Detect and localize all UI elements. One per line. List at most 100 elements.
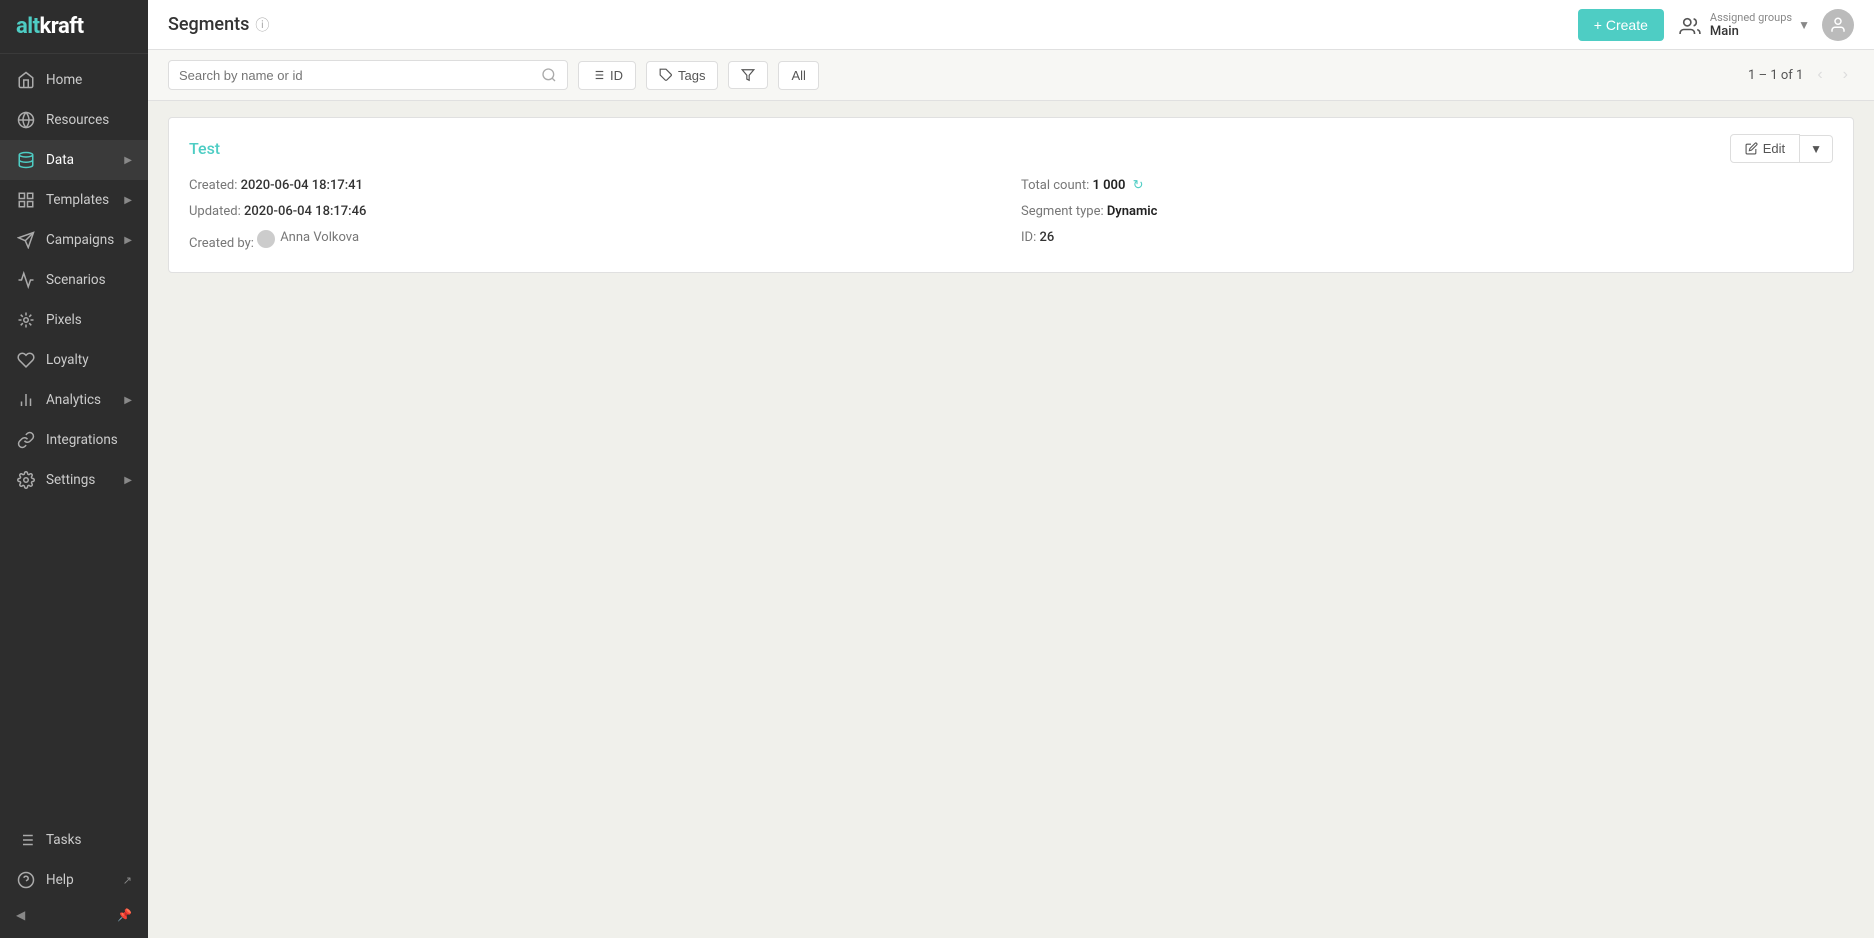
sidebar-item-data[interactable]: Data ▶ [0,140,148,180]
sidebar-item-templates[interactable]: Templates ▶ [0,180,148,220]
sidebar-item-label: Data [46,152,114,168]
templates-icon [16,190,36,210]
chevron-right-icon: ▶ [124,195,132,206]
sidebar-item-label: Home [46,72,132,88]
prev-page-button[interactable]: ‹ [1811,64,1828,86]
sort-label: ID [610,68,623,83]
total-count-value: 1 000 [1092,178,1125,193]
help-icon [16,870,36,890]
main-content: Segments ⓘ + Create Assigned groups Main… [148,0,1874,938]
sidebar-nav: Home Resources Data ▶ Templates ▶ [0,54,148,812]
segment-type-label: Segment type: [1021,204,1104,219]
id-value: 26 [1039,230,1054,245]
created-value: 2020-06-04 18:17:41 [241,178,363,193]
tags-button[interactable]: Tags [646,61,718,90]
integrations-icon [16,430,36,450]
created-by-label: Created by: [189,237,254,252]
assigned-groups-dropdown[interactable]: Assigned groups Main ▼ [1676,11,1810,39]
app-logo[interactable]: altkraft [16,14,132,39]
loyalty-icon [16,350,36,370]
created-by-row: Created by: Anna Volkova [189,227,1001,255]
sort-button[interactable]: ID [578,61,636,90]
id-label: ID: [1021,230,1036,245]
resources-icon [16,110,36,130]
segment-card-header: Test Edit ▼ [189,134,1833,163]
total-count-row: Total count: 1 000 ↻ [1021,175,1833,197]
pagination-text: 1 – 1 of 1 [1748,68,1803,83]
tags-label: Tags [678,68,705,83]
external-link-icon: ↗ [123,874,132,887]
assigned-groups-label: Assigned groups [1710,11,1792,24]
sidebar-item-label: Scenarios [46,272,132,288]
sidebar-item-label: Campaigns [46,232,114,248]
sidebar-item-help[interactable]: Help ↗ [0,860,148,900]
creator-avatar [257,230,275,248]
sidebar-item-resources[interactable]: Resources [0,100,148,140]
filter-button[interactable] [728,61,768,89]
edit-button[interactable]: Edit [1730,134,1800,163]
sidebar-item-analytics[interactable]: Analytics ▶ [0,380,148,420]
edit-label: Edit [1763,141,1785,156]
search-icon[interactable] [541,67,557,83]
collapse-icon: ◀ [16,908,25,922]
chevron-right-icon: ▶ [124,155,132,166]
sidebar-item-integrations[interactable]: Integrations [0,420,148,460]
sidebar-footer: Tasks Help ↗ ◀ 📌 [0,812,148,938]
sidebar-item-home[interactable]: Home [0,60,148,100]
home-icon [16,70,36,90]
refresh-icon[interactable]: ↻ [1133,178,1144,193]
sidebar-item-settings[interactable]: Settings ▶ [0,460,148,500]
id-row: ID: 26 [1021,227,1833,255]
segment-type-row: Segment type: Dynamic [1021,201,1833,223]
more-options-button[interactable]: ▼ [1800,135,1833,163]
created-label: Created: [189,178,237,193]
updated-label: Updated: [189,204,241,219]
pagination-area: 1 – 1 of 1 ‹ › [1748,64,1854,86]
settings-icon [16,470,36,490]
sidebar-item-label: Resources [46,112,132,128]
all-filter-button[interactable]: All [778,61,818,90]
sidebar: altkraft Home Resources Data ▶ [0,0,148,938]
sidebar-item-scenarios[interactable]: Scenarios [0,260,148,300]
user-avatar[interactable] [1822,9,1854,41]
segment-name[interactable]: Test [189,139,220,158]
pin-icon: 📌 [117,908,132,922]
page-title-text: Segments [168,14,249,35]
creator-info: Anna Volkova [257,227,359,249]
info-icon[interactable]: ⓘ [255,15,269,35]
segment-actions: Edit ▼ [1730,134,1833,163]
updated-row: Updated: 2020-06-04 18:17:46 [189,201,1001,223]
sidebar-collapse-btn[interactable]: ◀ 📌 [0,900,148,930]
sidebar-item-tasks[interactable]: Tasks [0,820,148,860]
creator-name: Anna Volkova [280,227,359,249]
sidebar-item-campaigns[interactable]: Campaigns ▶ [0,220,148,260]
sidebar-item-pixels[interactable]: Pixels [0,300,148,340]
toolbar: ID Tags All 1 – 1 of 1 ‹ › [148,50,1874,101]
create-button[interactable]: + Create [1578,9,1664,41]
campaigns-icon [16,230,36,250]
sidebar-item-label: Help [46,872,109,888]
segment-meta: Created: 2020-06-04 18:17:41 Total count… [189,175,1833,255]
pixels-icon [16,310,36,330]
sidebar-item-label: Pixels [46,312,132,328]
next-page-button[interactable]: › [1837,64,1854,86]
segment-type-value: Dynamic [1107,204,1158,219]
segment-card: Test Edit ▼ Created: 2020-06-04 18:17:41… [168,117,1854,272]
group-name: Main [1710,24,1739,39]
total-count-label: Total count: [1021,178,1089,193]
sidebar-item-label: Templates [46,192,114,208]
search-wrapper[interactable] [168,60,568,90]
top-header: Segments ⓘ + Create Assigned groups Main… [148,0,1874,50]
chevron-right-icon: ▶ [124,475,132,486]
header-right: + Create Assigned groups Main ▼ [1578,9,1854,41]
sidebar-item-loyalty[interactable]: Loyalty [0,340,148,380]
dropdown-arrow-icon[interactable]: ▼ [1798,18,1810,32]
sidebar-item-label: Loyalty [46,352,132,368]
search-input[interactable] [179,68,533,83]
group-icon [1676,15,1704,35]
tasks-icon [16,830,36,850]
sidebar-item-label: Settings [46,472,114,488]
sidebar-item-label: Tasks [46,832,132,848]
scenarios-icon [16,270,36,290]
created-row: Created: 2020-06-04 18:17:41 [189,175,1001,197]
